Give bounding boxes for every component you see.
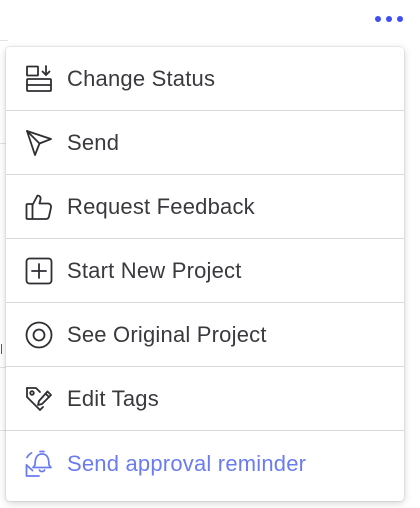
thumbs-up-icon xyxy=(23,191,55,223)
background-divider xyxy=(0,40,8,41)
target-circle-icon xyxy=(23,319,55,351)
actions-menu: Change Status Send Request Feedback Star… xyxy=(6,47,404,501)
menu-item-change-status[interactable]: Change Status xyxy=(6,47,404,111)
menu-item-see-original-project[interactable]: See Original Project xyxy=(6,303,404,367)
page: Change Status Send Request Feedback Star… xyxy=(0,0,420,508)
more-options-button[interactable] xyxy=(370,6,408,32)
change-status-icon xyxy=(23,63,55,95)
bell-reminder-icon xyxy=(23,448,55,480)
menu-item-label: Send xyxy=(67,129,120,155)
more-dots-icon xyxy=(397,16,403,22)
menu-item-label: Start New Project xyxy=(67,257,242,283)
menu-item-send-approval-reminder[interactable]: Send approval reminder xyxy=(6,431,404,496)
menu-item-edit-tags[interactable]: Edit Tags xyxy=(6,367,404,431)
send-icon xyxy=(23,127,55,159)
tag-edit-icon xyxy=(23,383,55,415)
menu-item-label: Request Feedback xyxy=(67,193,255,219)
plus-square-icon xyxy=(23,255,55,287)
menu-item-label: Send approval reminder xyxy=(67,450,307,476)
menu-item-send[interactable]: Send xyxy=(6,111,404,175)
more-dots-icon xyxy=(375,16,381,22)
menu-item-label: Change Status xyxy=(67,65,216,91)
menu-item-label: See Original Project xyxy=(67,321,267,347)
menu-item-start-new-project[interactable]: Start New Project xyxy=(6,239,404,303)
more-dots-icon xyxy=(386,16,392,22)
background-accent-tick xyxy=(1,344,2,354)
menu-item-request-feedback[interactable]: Request Feedback xyxy=(6,175,404,239)
menu-item-label: Edit Tags xyxy=(67,385,159,411)
